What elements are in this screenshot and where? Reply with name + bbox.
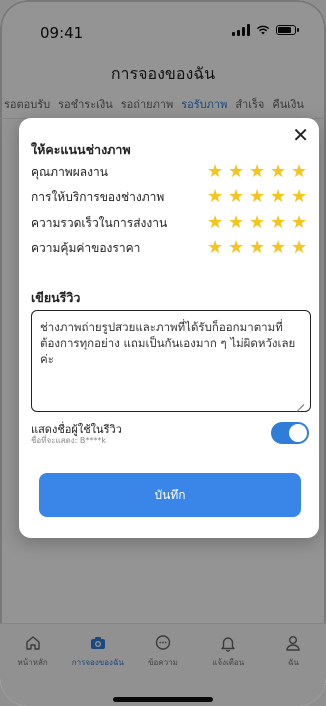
star-icon[interactable]: ★: [291, 214, 309, 232]
star-icon[interactable]: ★: [270, 188, 288, 206]
rating-label: การให้บริการของช่างภาพ: [31, 189, 165, 204]
rating-row: ความคุ้มค่าของราคา ★ ★ ★ ★ ★: [31, 238, 309, 258]
review-text: ช่างภาพถ่ายรูปสวยและภาพที่ได้รับก็ออกมาต…: [40, 320, 296, 366]
star-icon[interactable]: ★: [291, 163, 309, 181]
star-icon[interactable]: ★: [228, 239, 246, 257]
star-icon[interactable]: ★: [249, 214, 267, 232]
save-button[interactable]: บันทึก: [39, 473, 301, 517]
display-name-hint: ชื่อที่จะแสดง: B****k: [31, 436, 106, 445]
star-icon[interactable]: ★: [291, 188, 309, 206]
rating-row: ความรวดเร็วในการส่งงาน ★ ★ ★ ★ ★: [31, 213, 309, 233]
star-icon[interactable]: ★: [291, 239, 309, 257]
rating-row: คุณภาพผลงาน ★ ★ ★ ★ ★: [31, 162, 309, 182]
rating-modal: ✕ ให้คะแนนช่างภาพ คุณภาพผลงาน ★ ★ ★ ★ ★ การให้…: [19, 118, 319, 538]
star-icon[interactable]: ★: [270, 163, 288, 181]
rating-label: ความคุ้มค่าของราคา: [31, 240, 141, 255]
star-icon[interactable]: ★: [228, 163, 246, 181]
star-icon[interactable]: ★: [249, 239, 267, 257]
star-rating: ★ ★ ★ ★ ★: [207, 214, 309, 232]
close-icon[interactable]: ✕: [292, 124, 309, 146]
rating-row: การให้บริการของช่างภาพ ★ ★ ★ ★ ★: [31, 187, 309, 207]
star-icon[interactable]: ★: [207, 214, 225, 232]
resize-handle-icon[interactable]: [294, 395, 304, 405]
review-section-title: เขียนรีวิว: [31, 290, 81, 305]
review-textarea[interactable]: ช่างภาพถ่ายรูปสวยและภาพที่ได้รับก็ออกมาต…: [31, 310, 311, 412]
star-icon[interactable]: ★: [207, 188, 225, 206]
star-icon[interactable]: ★: [249, 163, 267, 181]
star-rating: ★ ★ ★ ★ ★: [207, 239, 309, 257]
star-icon[interactable]: ★: [228, 188, 246, 206]
star-icon[interactable]: ★: [270, 239, 288, 257]
star-icon[interactable]: ★: [270, 214, 288, 232]
star-rating: ★ ★ ★ ★ ★: [207, 163, 309, 181]
toggle-knob: [289, 424, 307, 442]
rating-section-title: ให้คะแนนช่างภาพ: [31, 142, 131, 157]
star-icon[interactable]: ★: [207, 239, 225, 257]
star-icon[interactable]: ★: [207, 163, 225, 181]
rating-label: คุณภาพผลงาน: [31, 164, 108, 179]
show-name-toggle[interactable]: [271, 422, 309, 444]
star-icon[interactable]: ★: [228, 214, 246, 232]
phone-screen: 09:41 การจองของฉัน รอตอบรับ รอชำระเงิน ร…: [0, 0, 326, 706]
rating-label: ความรวดเร็วในการส่งงาน: [31, 215, 168, 230]
star-icon[interactable]: ★: [249, 188, 267, 206]
star-rating: ★ ★ ★ ★ ★: [207, 188, 309, 206]
